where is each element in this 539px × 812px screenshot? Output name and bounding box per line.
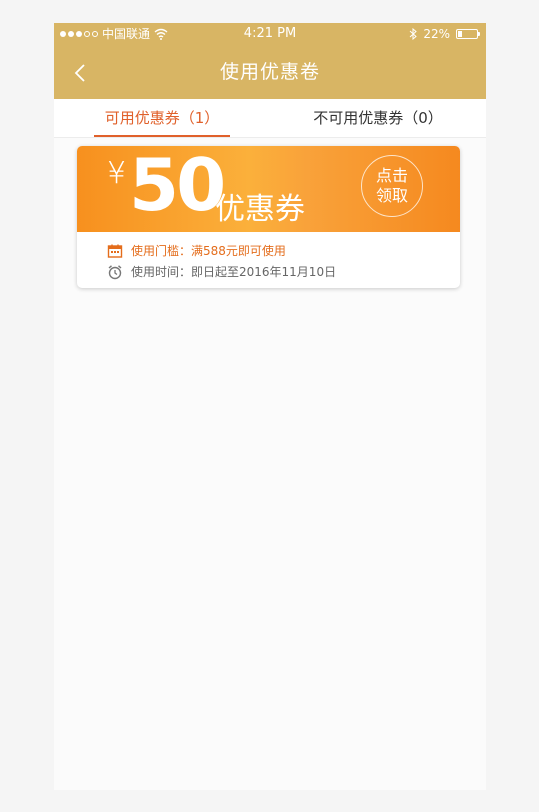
tab-label: 不可用优惠券（0） (313, 109, 443, 127)
alarm-clock-icon (108, 264, 122, 279)
currency-symbol: ¥ (107, 156, 127, 191)
coupon-details: 使用门槛：满588元即可使用 使用时间：即日起至2016年11月10日 (77, 232, 460, 282)
scalloped-edge (77, 228, 460, 236)
coupon-amount: 50 (129, 146, 226, 227)
validity-text: 使用时间：即日起至2016年11月10日 (131, 265, 337, 279)
phone-screen: 中国联通 4:21 PM 22% 使用优惠卷 可用优惠券（1） 不可用优惠券（0… (54, 23, 486, 790)
claim-button-label: 点击领取 (375, 166, 408, 205)
tab-label: 可用优惠券（1） (104, 109, 220, 127)
calendar-icon (107, 244, 123, 258)
tab-available-coupons[interactable]: 可用优惠券（1） (54, 99, 270, 137)
status-bar: 中国联通 4:21 PM 22% (54, 23, 486, 45)
coupon-tabs: 可用优惠券（1） 不可用优惠券（0） (54, 99, 486, 138)
coupon-banner: ¥ 50 优惠券 点击领取 (77, 146, 460, 236)
top-bar: 中国联通 4:21 PM 22% 使用优惠卷 (54, 23, 486, 99)
battery-icon (456, 29, 480, 39)
validity-row: 使用时间：即日起至2016年11月10日 (107, 261, 460, 282)
threshold-text: 使用门槛：满588元即可使用 (131, 244, 286, 258)
battery-percent: 22% (423, 27, 450, 41)
page-title: 使用优惠卷 (219, 61, 320, 83)
threshold-row: 使用门槛：满588元即可使用 (107, 240, 460, 261)
active-tab-indicator (94, 135, 230, 137)
claim-coupon-button[interactable]: 点击领取 (361, 155, 423, 217)
coupon-card: ¥ 50 优惠券 点击领取 使用门槛：满588元即可使用 使用时间：即日起至20… (77, 146, 460, 288)
bluetooth-icon (409, 28, 418, 40)
tab-unavailable-coupons[interactable]: 不可用优惠券（0） (270, 99, 486, 137)
coupon-label: 优惠券 (215, 192, 305, 227)
nav-bar: 使用优惠卷 (54, 45, 486, 99)
